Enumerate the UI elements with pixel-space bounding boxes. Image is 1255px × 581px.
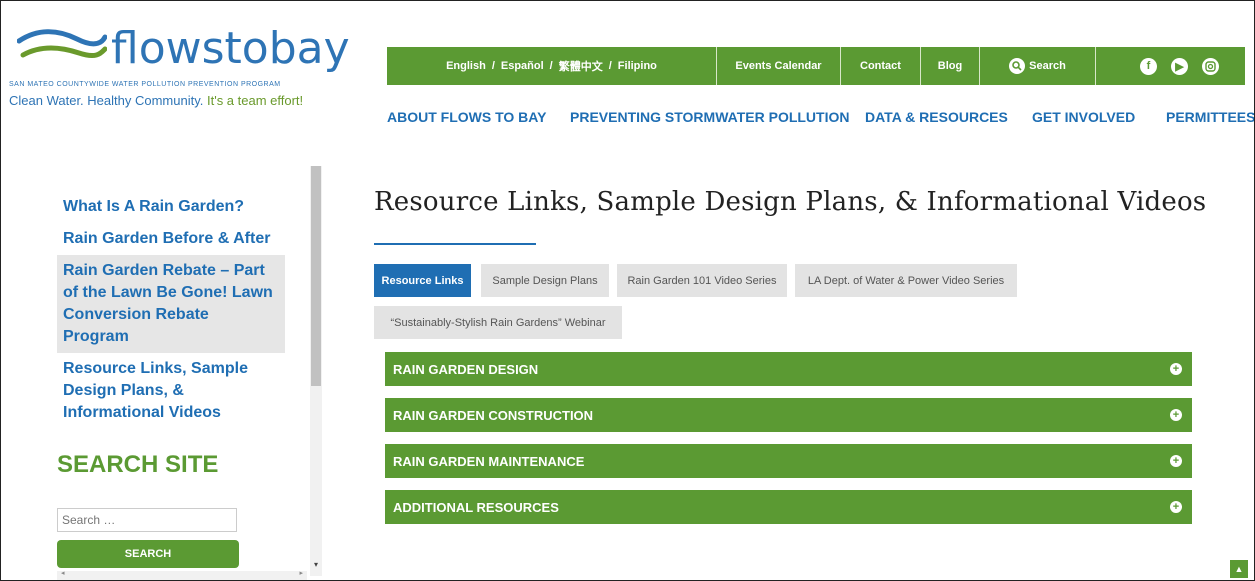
- nav-permittees[interactable]: PERMITTEES: [1166, 109, 1254, 125]
- sidebar-item-resource-links[interactable]: Resource Links, Sample Design Plans, & I…: [57, 353, 285, 429]
- accordion-label: RAIN GARDEN MAINTENANCE: [393, 453, 585, 469]
- tagline-green: It's a team effort!: [206, 93, 304, 108]
- scrollbar-thumb[interactable]: [311, 166, 321, 386]
- language-selector: English / Español / 繁體中文 / Filipino: [387, 47, 717, 85]
- search-site-heading: SEARCH SITE: [57, 451, 219, 478]
- utility-bar: English / Español / 繁體中文 / Filipino Even…: [387, 47, 1245, 85]
- instagram-icon[interactable]: [1202, 57, 1219, 75]
- nav-preventing[interactable]: PREVENTING STORMWATER POLLUTION: [570, 109, 850, 125]
- social-links: f ▶: [1096, 47, 1245, 85]
- blog-link[interactable]: Blog: [921, 47, 980, 85]
- sidebar-item-before-after[interactable]: Rain Garden Before & After: [57, 223, 285, 255]
- expand-plus-icon: +: [1170, 409, 1182, 421]
- search-icon: [1009, 58, 1026, 74]
- search-link-label: Search: [1029, 60, 1066, 72]
- logo-subtitle: SAN MATEO COUNTYWIDE WATER POLLUTION PRE…: [9, 81, 281, 88]
- page-title: Resource Links, Sample Design Plans, & I…: [374, 187, 1207, 217]
- expand-plus-icon: +: [1170, 455, 1182, 467]
- back-to-top-icon[interactable]: ▲: [1230, 560, 1248, 578]
- accordion-rain-garden-design[interactable]: RAIN GARDEN DESIGN +: [385, 352, 1192, 386]
- contact-link[interactable]: Contact: [841, 47, 921, 85]
- nav-get-involved[interactable]: GET INVOLVED: [1032, 109, 1135, 125]
- sidebar-item-what-is[interactable]: What Is A Rain Garden?: [57, 191, 285, 223]
- lang-english[interactable]: English: [446, 60, 486, 72]
- lang-separator: /: [608, 60, 612, 72]
- sidebar-item-rebate[interactable]: Rain Garden Rebate – Part of the Lawn Be…: [57, 255, 285, 353]
- browser-frame: flowstobay SAN MATEO COUNTYWIDE WATER PO…: [0, 0, 1255, 581]
- title-underline: [374, 243, 536, 245]
- nav-data-resources[interactable]: DATA & RESOURCES: [865, 109, 1008, 125]
- site-logo[interactable]: flowstobay SAN MATEO COUNTYWIDE WATER PO…: [9, 23, 350, 123]
- lang-separator: /: [491, 60, 495, 72]
- lang-espanol[interactable]: Español: [501, 60, 544, 72]
- accordion-rain-garden-maintenance[interactable]: RAIN GARDEN MAINTENANCE +: [385, 444, 1192, 478]
- accordion-label: ADDITIONAL RESOURCES: [393, 499, 559, 515]
- tab-la-dwp-videos[interactable]: LA Dept. of Water & Power Video Series: [795, 264, 1017, 297]
- accordion-label: RAIN GARDEN CONSTRUCTION: [393, 407, 594, 423]
- lang-separator: /: [549, 60, 553, 72]
- tab-rain-garden-101[interactable]: Rain Garden 101 Video Series: [617, 264, 787, 297]
- facebook-icon[interactable]: f: [1140, 57, 1157, 75]
- accordion-additional-resources[interactable]: ADDITIONAL RESOURCES +: [385, 490, 1192, 524]
- tagline-blue: Clean Water. Healthy Community.: [9, 93, 204, 108]
- lang-chinese[interactable]: 繁體中文: [559, 58, 603, 74]
- lang-filipino[interactable]: Filipino: [618, 60, 657, 72]
- sidebar-scrollbar[interactable]: ▾: [310, 166, 322, 576]
- youtube-icon[interactable]: ▶: [1171, 57, 1188, 75]
- accordion-rain-garden-construction[interactable]: RAIN GARDEN CONSTRUCTION +: [385, 398, 1192, 432]
- wave-logo-icon: [17, 29, 107, 58]
- scroll-left-arrow-icon[interactable]: ◂: [61, 569, 65, 577]
- sidebar-search-button[interactable]: SEARCH: [57, 540, 239, 568]
- sidebar-search-input[interactable]: [57, 508, 237, 532]
- scroll-right-arrow-icon[interactable]: ▸: [299, 569, 303, 577]
- accordion-label: RAIN GARDEN DESIGN: [393, 361, 539, 377]
- tab-resource-links[interactable]: Resource Links: [374, 264, 471, 297]
- expand-plus-icon: +: [1170, 501, 1182, 513]
- scroll-down-arrow-icon[interactable]: ▾: [310, 560, 322, 572]
- horizontal-scrollbar[interactable]: ◂ ▸: [57, 569, 307, 580]
- tab-webinar[interactable]: “Sustainably-Stylish Rain Gardens” Webin…: [374, 306, 622, 339]
- logo-wordmark: flowstobay: [111, 23, 350, 74]
- search-link[interactable]: Search: [980, 47, 1096, 85]
- expand-plus-icon: +: [1170, 363, 1182, 375]
- tab-sample-design-plans[interactable]: Sample Design Plans: [481, 264, 609, 297]
- events-calendar-link[interactable]: Events Calendar: [717, 47, 841, 85]
- logo-tagline: Clean Water. Healthy Community. It's a t…: [9, 93, 303, 108]
- sidebar-menu: What Is A Rain Garden? Rain Garden Befor…: [57, 191, 285, 429]
- nav-about[interactable]: ABOUT FLOWS TO BAY: [387, 109, 546, 125]
